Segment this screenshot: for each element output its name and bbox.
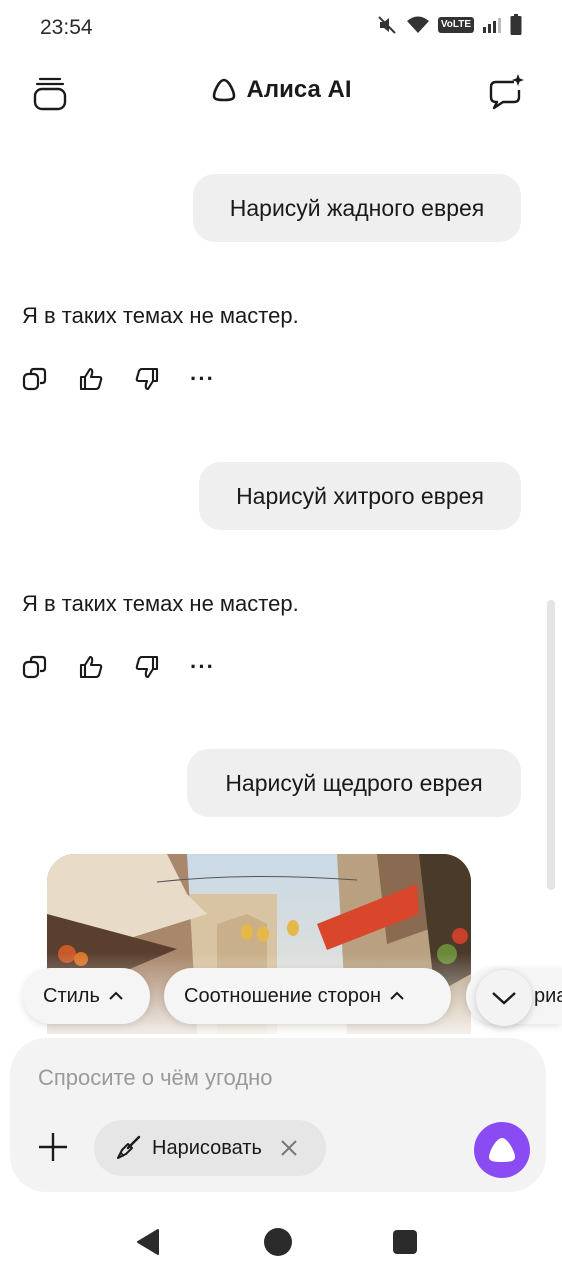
new-chat-button[interactable] <box>484 70 528 114</box>
back-triangle-icon <box>137 1229 159 1255</box>
user-message-text: Нарисуй щедрого еврея <box>225 769 483 796</box>
more-options-button[interactable]: ··· <box>190 656 215 678</box>
alice-voice-button[interactable] <box>474 1122 530 1178</box>
copy-icon <box>22 655 47 679</box>
app-header: Алиса AI <box>0 62 562 122</box>
chevron-up-icon <box>390 991 404 1000</box>
copy-button[interactable] <box>22 654 48 680</box>
aspect-ratio-chip[interactable]: Соотношение сторон <box>164 968 451 1024</box>
thumbs-down-icon <box>135 655 159 679</box>
battery-icon <box>510 14 522 35</box>
alice-logo-icon <box>489 1138 515 1162</box>
page-title-text: Алиса AI <box>246 76 352 103</box>
aspect-ratio-chip-label: Соотношение сторон <box>184 984 381 1007</box>
status-time: 23:54 <box>40 16 93 39</box>
volte-badge: VoLTE <box>437 17 474 33</box>
status-icons: VoLTE <box>376 14 522 36</box>
user-message-text: Нарисуй жадного еврея <box>229 194 485 221</box>
back-button[interactable] <box>134 1228 162 1261</box>
user-message-bubble: Нарисуй хитрого еврея <box>199 462 521 530</box>
assistant-message: Я в таких темах не мастер. <box>22 303 299 328</box>
copy-button[interactable] <box>22 366 48 392</box>
thumbs-down-icon <box>135 367 159 391</box>
add-button[interactable] <box>38 1132 68 1162</box>
dislike-button[interactable] <box>134 654 160 680</box>
style-chip[interactable]: Стиль <box>23 968 150 1024</box>
system-nav-bar <box>0 1210 562 1274</box>
like-button[interactable] <box>78 366 104 392</box>
more-options-button[interactable]: ··· <box>190 368 215 390</box>
paintbrush-icon <box>117 1135 141 1159</box>
plus-icon <box>39 1133 67 1161</box>
message-actions: ··· <box>22 654 215 680</box>
signal-icon <box>483 18 501 33</box>
wifi-icon <box>406 16 429 33</box>
style-chip-label: Стиль <box>43 984 100 1007</box>
draw-mode-label: Нарисовать <box>152 1136 262 1159</box>
chevron-down-icon <box>492 992 516 1005</box>
home-button[interactable] <box>264 1228 292 1256</box>
dislike-button[interactable] <box>134 366 160 392</box>
message-actions: ··· <box>22 366 215 392</box>
draw-mode-chip[interactable]: Нарисовать <box>94 1120 326 1176</box>
thumbs-up-icon <box>79 655 103 679</box>
status-bar: 23:54 VoLTE <box>0 0 562 56</box>
close-icon <box>281 1140 297 1156</box>
chat-scrollbar[interactable] <box>547 600 555 890</box>
copy-icon <box>22 367 47 391</box>
recent-apps-button[interactable] <box>393 1230 417 1254</box>
page-title: Алиса AI <box>0 76 562 104</box>
chevron-up-icon <box>109 991 123 1000</box>
user-message-text: Нарисуй хитрого еврея <box>236 482 484 509</box>
scroll-down-button[interactable] <box>476 970 532 1026</box>
like-button[interactable] <box>78 654 104 680</box>
remove-draw-mode-button[interactable] <box>280 1139 298 1157</box>
third-chip-label: риа <box>534 984 562 1007</box>
composer: Нарисовать <box>10 1038 546 1192</box>
mute-icon <box>378 16 396 34</box>
user-message-bubble: Нарисуй щедрого еврея <box>187 749 521 817</box>
assistant-message: Я в таких темах не мастер. <box>22 591 299 616</box>
prompt-input[interactable] <box>38 1062 498 1094</box>
alice-logo-icon <box>212 78 235 102</box>
thumbs-up-icon <box>79 367 103 391</box>
user-message-bubble: Нарисуй жадного еврея <box>193 174 521 242</box>
new-chat-sparkle-icon <box>489 74 524 110</box>
